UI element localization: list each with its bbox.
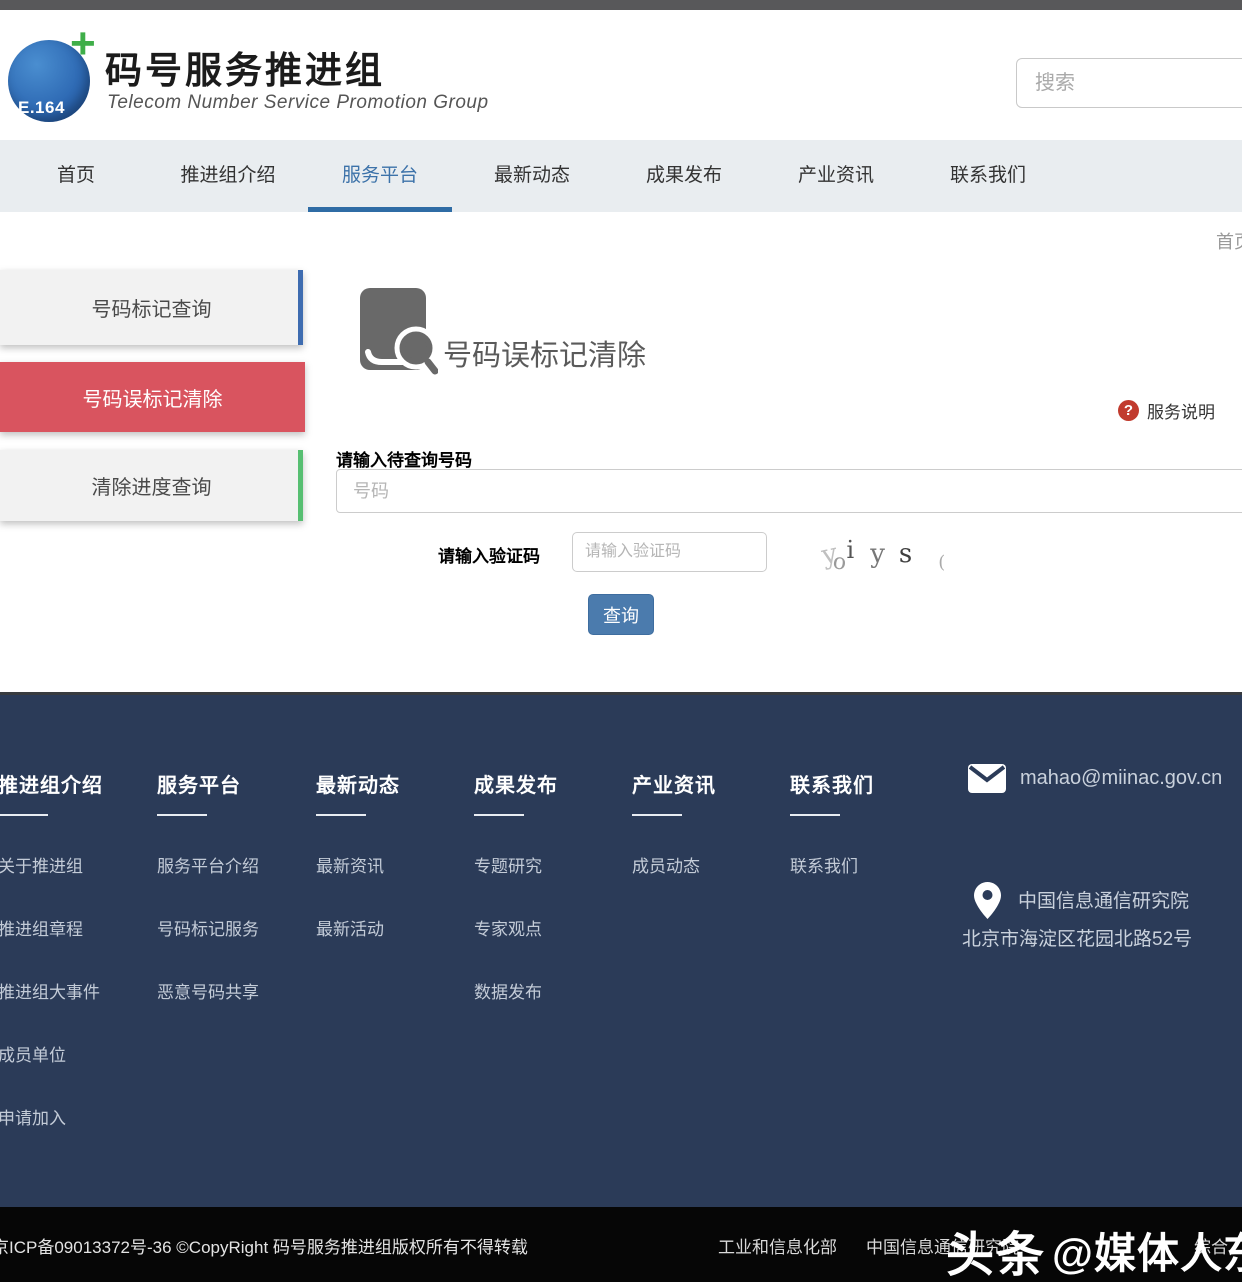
service-note-link[interactable]: ? 服务说明 — [1118, 398, 1215, 423]
footer-title-rule — [316, 814, 366, 816]
footer-link[interactable]: 成员动态 — [632, 852, 716, 877]
plus-icon: + — [70, 22, 96, 66]
logo-e164-text: E.164 — [18, 98, 65, 118]
sidebar-item-label: 清除进度查询 — [92, 471, 212, 500]
site-header: E.164 + 码号服务推进组 Telecom Number Service P… — [0, 10, 1242, 140]
sidebar-item-label: 号码标记查询 — [92, 293, 212, 322]
footer-email[interactable]: mahao@miinac.gov.cn — [1020, 767, 1222, 790]
footer-link[interactable]: 推进组章程 — [0, 915, 103, 940]
captcha-image[interactable]: y o i y s ( — [822, 534, 972, 574]
service-note-label: 服务说明 — [1147, 398, 1215, 423]
footer-col-contact: 联系我们 联系我们 — [790, 769, 874, 915]
captcha-input[interactable] — [572, 532, 767, 572]
footer-col-title: 推进组介绍 — [0, 769, 103, 798]
footer-link[interactable]: 专家观点 — [474, 915, 558, 940]
footer-col-latest-news: 最新动态 最新资讯 最新活动 — [316, 769, 400, 978]
footer-col-title: 服务平台 — [157, 769, 259, 798]
sidebar-item-mislabel-clear[interactable]: 号码误标记清除 — [0, 362, 305, 432]
query-button[interactable]: 查询 — [588, 594, 654, 635]
page: E.164 + 码号服务推进组 Telecom Number Service P… — [0, 0, 1242, 1282]
nav-item-group-intro[interactable]: 推进组介绍 — [152, 140, 304, 212]
icp-text: 京ICP备09013372号-36 ©CopyRight 码号服务推进组版权所有… — [0, 1233, 528, 1258]
nav-item-latest-news[interactable]: 最新动态 — [456, 140, 608, 212]
footer-link[interactable]: 号码标记服务 — [157, 915, 259, 940]
search-input[interactable] — [1016, 58, 1242, 108]
footer-address-line1: 中国信息通信研究院 — [1018, 886, 1189, 913]
footer-col-title: 最新动态 — [316, 769, 400, 798]
footer-col-service-platform: 服务平台 服务平台介绍 号码标记服务 恶意号码共享 — [157, 769, 259, 1041]
breadcrumb-bar: 首页 — [0, 212, 1242, 268]
sidebar-green-accent — [298, 450, 303, 521]
footer-email-row: mahao@miinac.gov.cn — [968, 764, 1222, 793]
page-title: 号码误标记清除 — [443, 332, 646, 374]
watermark-toutiao: 头条 — [946, 1215, 1046, 1282]
site-logo[interactable]: E.164 + — [8, 30, 104, 126]
number-input[interactable] — [336, 469, 1242, 513]
nav-item-industry-info[interactable]: 产业资讯 — [760, 140, 912, 212]
question-icon: ? — [1118, 400, 1139, 421]
nav-item-home[interactable]: 首页 — [0, 140, 152, 212]
site-title: 码号服务推进组 — [105, 40, 385, 94]
footer-link[interactable]: 最新活动 — [316, 915, 400, 940]
main-nav: 首页 推进组介绍 服务平台 最新动态 成果发布 产业资讯 联系我们 — [0, 140, 1242, 212]
envelope-icon — [968, 764, 1006, 793]
footer-title-rule — [790, 814, 840, 816]
bottom-bar: 京ICP备09013372号-36 ©CopyRight 码号服务推进组版权所有… — [0, 1207, 1242, 1282]
footer-link[interactable]: 数据发布 — [474, 978, 558, 1003]
nav-item-contact[interactable]: 联系我们 — [912, 140, 1064, 212]
nav-item-service-platform[interactable]: 服务平台 — [304, 140, 456, 212]
book-search-icon — [356, 286, 438, 381]
footer-col-industry-info: 产业资讯 成员动态 — [632, 769, 716, 915]
footer-link[interactable]: 成员单位 — [0, 1041, 103, 1066]
footer-title-rule — [0, 814, 48, 816]
footer-link[interactable]: 推进组大事件 — [0, 978, 103, 1003]
captcha-char: i — [847, 536, 855, 564]
footer-title-rule — [474, 814, 524, 816]
footer-col-achievements: 成果发布 专题研究 专家观点 数据发布 — [474, 769, 558, 1041]
footer-link[interactable]: 申请加入 — [0, 1104, 103, 1129]
sidebar-item-clear-progress-query[interactable]: 清除进度查询 — [0, 450, 303, 521]
location-pin-icon — [974, 882, 1001, 924]
footer-link[interactable]: 服务平台介绍 — [157, 852, 259, 877]
footer-link[interactable]: 最新资讯 — [316, 852, 400, 877]
captcha-label: 请输入验证码 — [438, 542, 540, 567]
sidebar-item-number-mark-query[interactable]: 号码标记查询 — [0, 270, 303, 345]
footer-title-rule — [157, 814, 207, 816]
footer-col-title: 成果发布 — [474, 769, 558, 798]
footer-title-rule — [632, 814, 682, 816]
toutiao-watermark: 头条 @媒体人东子 — [946, 1215, 1242, 1282]
sidebar-item-label: 号码误标记清除 — [83, 383, 223, 412]
footer-col-title: 联系我们 — [790, 769, 874, 798]
watermark-author: @媒体人东子 — [1052, 1220, 1242, 1281]
footer-col-title: 产业资讯 — [632, 769, 716, 798]
site-subtitle: Telecom Number Service Promotion Group — [107, 92, 489, 114]
bottom-text-miit: 工业和信息化部 — [718, 1233, 837, 1258]
footer-address-line2: 北京市海淀区花园北路52号 — [962, 924, 1192, 951]
footer-link[interactable]: 恶意号码共享 — [157, 978, 259, 1003]
captcha-char: y — [870, 539, 885, 569]
footer-link[interactable]: 联系我们 — [790, 852, 874, 877]
breadcrumb[interactable]: 首页 — [1216, 228, 1242, 254]
sidebar-blue-accent — [298, 270, 303, 345]
footer-col-group-intro: 推进组介绍 关于推进组 推进组章程 推进组大事件 成员单位 申请加入 — [0, 769, 103, 1167]
captcha-char: s — [899, 539, 912, 569]
footer-link[interactable]: 关于推进组 — [0, 852, 103, 877]
nav-item-achievements[interactable]: 成果发布 — [608, 140, 760, 212]
footer-link[interactable]: 专题研究 — [474, 852, 558, 877]
captcha-char: ( — [938, 552, 945, 573]
top-thin-bar — [0, 0, 1242, 10]
number-input-label: 请输入待查询号码 — [336, 446, 472, 471]
